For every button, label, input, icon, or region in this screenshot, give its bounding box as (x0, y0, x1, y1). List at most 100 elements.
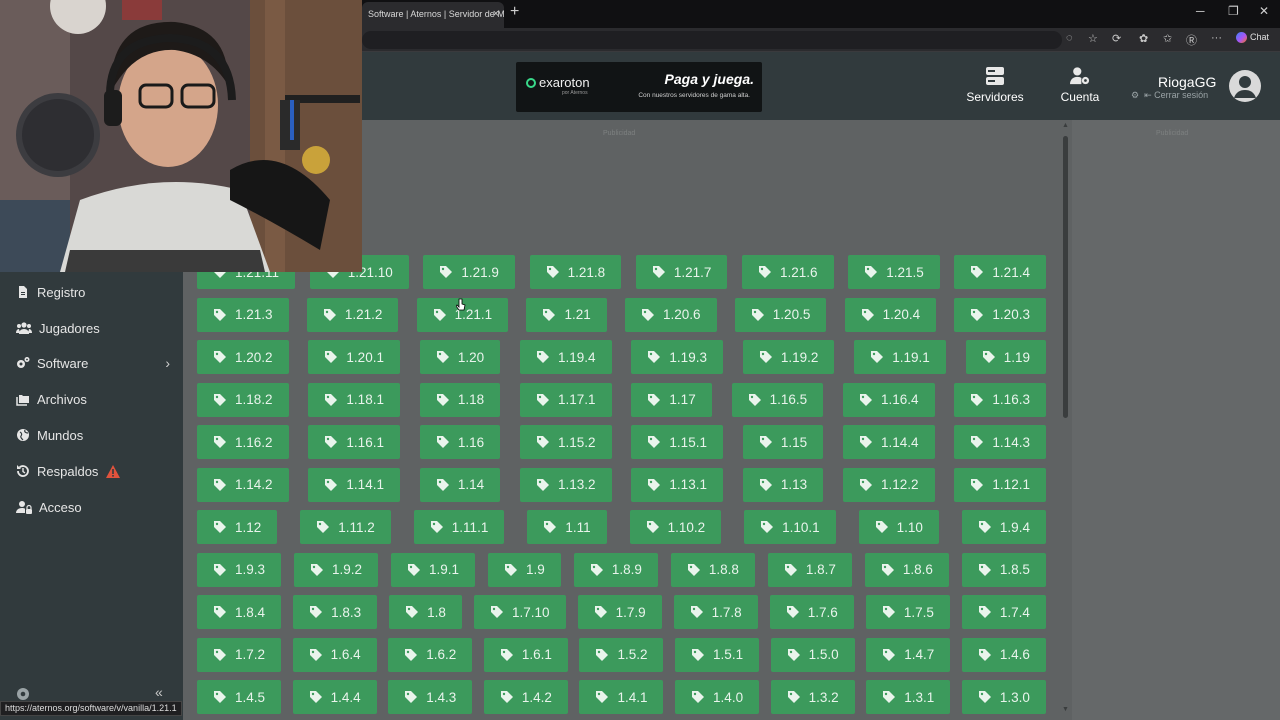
version-button[interactable]: 1.21 (526, 297, 607, 332)
version-button[interactable]: 1.7.9 (577, 595, 662, 629)
version-button[interactable]: 1.21.8 (529, 255, 622, 289)
version-button[interactable]: 1.20.6 (624, 297, 717, 332)
version-button[interactable]: 1.4.5 (197, 680, 282, 714)
version-button[interactable]: 1.19 (965, 340, 1046, 374)
version-button[interactable]: 1.6.2 (388, 637, 473, 672)
version-button[interactable]: 1.7.5 (865, 595, 950, 629)
version-button[interactable]: 1.3.1 (866, 680, 951, 714)
version-button[interactable]: 1.10 (858, 510, 939, 544)
version-button[interactable]: 1.7.6 (769, 595, 854, 629)
browser-tab[interactable]: Software | Aternos | Servidor de M × (362, 2, 504, 28)
minimize-icon[interactable]: ─ (1196, 4, 1205, 18)
sidebar-item-acceso[interactable]: Acceso (16, 497, 176, 517)
version-button[interactable]: 1.21.4 (954, 255, 1046, 289)
version-button[interactable]: 1.8.9 (573, 552, 658, 587)
version-button[interactable]: 1.18.1 (308, 382, 400, 417)
settings-gear-icon[interactable] (15, 686, 31, 702)
version-button[interactable]: 1.16.2 (197, 425, 289, 459)
version-button[interactable]: 1.10.2 (629, 510, 722, 544)
version-button[interactable]: 1.4.4 (292, 680, 377, 714)
more-options-icon[interactable]: ··· (1211, 32, 1222, 44)
version-button[interactable]: 1.18.2 (197, 382, 289, 417)
collapse-sidebar-icon[interactable]: « (155, 684, 163, 700)
address-bar[interactable] (362, 31, 1062, 49)
tab-close-icon[interactable]: × (493, 2, 499, 26)
version-button[interactable]: 1.17 (631, 382, 712, 417)
version-button[interactable]: 1.20.5 (734, 297, 827, 332)
version-button[interactable]: 1.21.7 (635, 255, 728, 289)
scroll-up-icon[interactable]: ▲ (1062, 122, 1069, 129)
version-button[interactable]: 1.7.2 (197, 637, 282, 672)
version-button[interactable]: 1.19.4 (520, 340, 612, 374)
header-ad-banner[interactable]: exaroton por Aternos Paga y juega. Con n… (516, 62, 762, 112)
version-button[interactable]: 1.21.9 (423, 255, 515, 289)
version-button[interactable]: 1.13.1 (631, 467, 723, 502)
version-button[interactable]: 1.8.5 (961, 552, 1046, 587)
scroll-down-icon[interactable]: ▼ (1062, 706, 1069, 713)
version-button[interactable]: 1.9 (488, 552, 561, 587)
version-button[interactable]: 1.16.3 (954, 382, 1046, 417)
avatar[interactable] (1229, 70, 1261, 102)
extension-icon[interactable]: ✿ (1139, 32, 1148, 45)
scrollbar[interactable]: ▲ ▼ (1062, 122, 1070, 716)
version-button[interactable]: 1.4.3 (388, 680, 473, 714)
version-button[interactable]: 1.13.2 (520, 467, 612, 502)
close-window-icon[interactable]: ✕ (1259, 4, 1269, 18)
copilot-chat-button[interactable]: Chat (1236, 32, 1269, 44)
version-button[interactable]: 1.19.1 (854, 340, 946, 374)
version-button[interactable]: 1.21.3 (197, 297, 289, 332)
version-button[interactable]: 1.16 (419, 425, 501, 459)
version-button[interactable]: 1.14.2 (197, 467, 289, 502)
favorites-icon[interactable]: ✩ (1163, 32, 1172, 45)
version-button[interactable]: 1.12 (197, 510, 278, 544)
version-button[interactable]: 1.8.7 (767, 552, 852, 587)
version-button[interactable]: 1.20.2 (197, 340, 289, 374)
sidebar-item-archivos[interactable]: Archivos (16, 389, 176, 409)
sidebar-item-mundos[interactable]: Mundos (16, 425, 176, 445)
version-button[interactable]: 1.4.2 (483, 680, 568, 714)
new-tab-icon[interactable]: + (510, 3, 519, 21)
version-button[interactable]: 1.9.1 (391, 552, 476, 587)
version-button[interactable]: 1.3.0 (961, 680, 1046, 714)
version-button[interactable]: 1.4.7 (866, 637, 951, 672)
version-button[interactable]: 1.7.8 (673, 595, 758, 629)
profile-r-icon[interactable]: Ⓡ (1186, 32, 1197, 48)
refresh-icon[interactable]: ⟳ (1112, 32, 1121, 45)
scroll-thumb[interactable] (1063, 136, 1068, 418)
version-button[interactable]: 1.15 (742, 425, 824, 459)
version-button[interactable]: 1.12.1 (954, 467, 1046, 502)
sidebar-item-jugadores[interactable]: Jugadores (16, 318, 176, 338)
version-button[interactable]: 1.5.0 (770, 637, 855, 672)
sidebar-item-respaldos[interactable]: Respaldos (16, 461, 176, 481)
favorite-star-icon[interactable]: ☆ (1088, 32, 1098, 45)
version-button[interactable]: 1.20.3 (954, 297, 1046, 332)
nav-servers[interactable]: Servidores (966, 66, 1024, 104)
version-button[interactable]: 1.8.8 (670, 552, 755, 587)
version-button[interactable]: 1.16.5 (731, 382, 824, 417)
version-button[interactable]: 1.6.1 (483, 637, 568, 672)
logout-link[interactable]: ⚙ ⇤ Cerrar sesión (1131, 90, 1208, 101)
version-button[interactable]: 1.18 (419, 382, 501, 417)
version-button[interactable]: 1.13 (742, 467, 824, 502)
version-button[interactable]: 1.14.3 (954, 425, 1046, 459)
version-button[interactable]: 1.12.2 (843, 467, 935, 502)
version-button[interactable]: 1.3.2 (770, 680, 855, 714)
version-button[interactable]: 1.14.1 (308, 467, 400, 502)
version-button[interactable]: 1.19.3 (631, 340, 723, 374)
version-button[interactable]: 1.10.1 (744, 510, 836, 544)
version-button[interactable]: 1.21.5 (848, 255, 940, 289)
version-button[interactable]: 1.4.6 (961, 637, 1046, 672)
version-button[interactable]: 1.9.4 (961, 510, 1046, 544)
version-button[interactable]: 1.15.2 (520, 425, 612, 459)
version-button[interactable]: 1.20.4 (844, 297, 937, 332)
version-button[interactable]: 1.7.10 (473, 595, 566, 629)
version-button[interactable]: 1.11.1 (413, 510, 505, 544)
version-button[interactable]: 1.8.3 (293, 595, 378, 629)
version-button[interactable]: 1.20 (419, 340, 501, 374)
version-button[interactable]: 1.14.4 (843, 425, 935, 459)
version-button[interactable]: 1.19.2 (742, 340, 835, 374)
version-button[interactable]: 1.17.1 (520, 382, 612, 417)
version-button[interactable]: 1.11.2 (300, 510, 391, 544)
version-button[interactable]: 1.8.4 (197, 595, 282, 629)
version-button[interactable]: 1.4.1 (579, 680, 664, 714)
